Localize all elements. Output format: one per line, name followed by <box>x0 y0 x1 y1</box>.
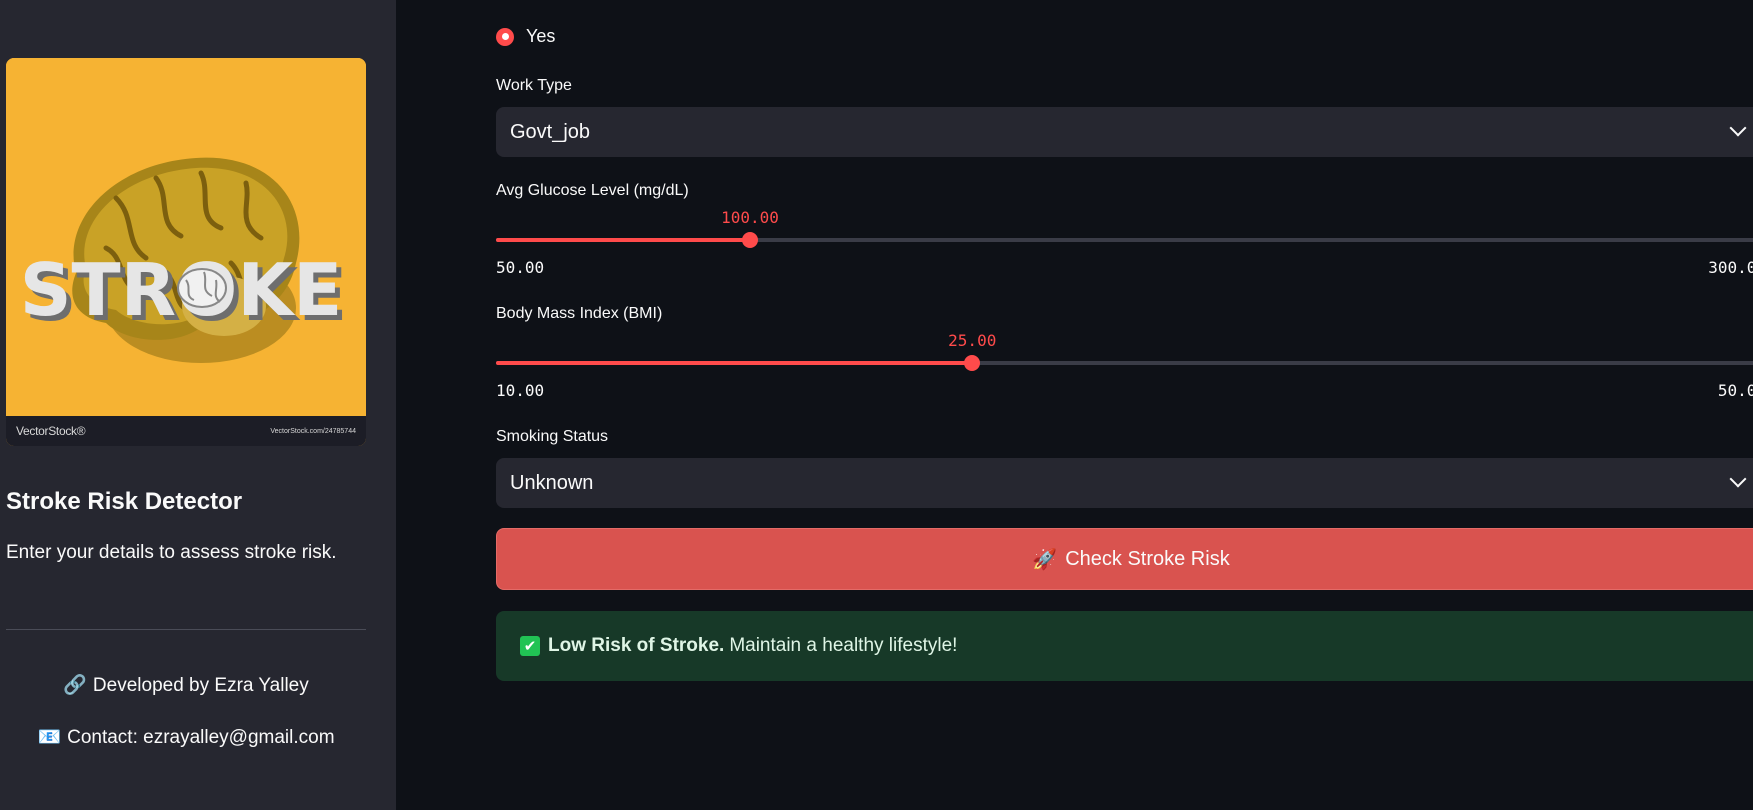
logo-watermark: VectorStock® VectorStock.com/24785744 <box>6 416 366 446</box>
slider-min: 50.00 <box>496 258 545 277</box>
bmi-slider[interactable]: 25.00 10.00 50.00 <box>496 323 1753 403</box>
work-type-label: Work Type <box>496 77 572 94</box>
main-content: Yes Work Type Govt_job Avg Glucose Level… <box>396 0 1753 810</box>
stroke-logo-image: STROKE STROKE VectorStock® VectorStock.c… <box>6 58 366 446</box>
result-alert: ✔ Low Risk of Stroke. Maintain a healthy… <box>496 611 1753 681</box>
app-title: Stroke Risk Detector <box>6 488 243 515</box>
radio-option-label: Yes <box>526 26 556 46</box>
contact-info: 📧 Contact: ezrayalley@gmail.com <box>6 725 366 749</box>
slider-max: 300.00 <box>1708 258 1753 277</box>
app-description: Enter your details to assess stroke risk… <box>6 542 337 563</box>
glucose-label: Avg Glucose Level (mg/dL) <box>496 182 689 199</box>
watermark-brand: VectorStock® <box>16 424 86 438</box>
smoking-status-select[interactable]: Unknown <box>496 458 1753 508</box>
sidebar-divider <box>6 629 366 630</box>
slider-thumb[interactable] <box>964 355 981 371</box>
slider-min: 10.00 <box>496 381 545 400</box>
check-stroke-risk-label: Check Stroke Risk <box>1065 547 1230 570</box>
chevron-down-icon[interactable] <box>1729 119 1747 137</box>
smoking-status-label: Smoking Status <box>496 428 609 445</box>
checkmark-icon: ✔ <box>520 636 540 656</box>
bmi-label: Body Mass Index (BMI) <box>496 305 663 322</box>
watermark-url: VectorStock.com/24785744 <box>270 427 356 435</box>
work-type-value: Govt_job <box>510 120 591 143</box>
glucose-slider[interactable]: 100.00 50.00 300.00 <box>496 200 1753 280</box>
sidebar: STROKE STROKE VectorStock® VectorStock.c… <box>0 0 396 810</box>
work-type-select[interactable]: Govt_job <box>496 107 1753 157</box>
smoking-status-value: Unknown <box>510 471 594 494</box>
result-headline: Low Risk of Stroke. <box>548 635 725 656</box>
envelope-icon: 📧 <box>37 727 62 748</box>
radio-selected-icon[interactable] <box>496 27 514 46</box>
rocket-icon: 🚀 <box>1032 548 1058 571</box>
result-message: Maintain a healthy lifestyle! <box>729 635 958 656</box>
slider-value: 25.00 <box>948 331 997 350</box>
developer-text: Developed by Ezra Yalley <box>92 675 309 696</box>
slider-fill <box>496 238 750 242</box>
developer-credit: 🔗 Developed by Ezra Yalley <box>6 673 366 697</box>
slider-fill <box>496 361 973 365</box>
slider-value: 100.00 <box>721 208 779 227</box>
radio-option-yes[interactable]: Yes <box>496 26 555 47</box>
brain-icon: STROKE STROKE <box>6 58 366 416</box>
link-icon: 🔗 <box>63 675 87 696</box>
slider-max: 50.00 <box>1717 381 1753 400</box>
contact-text: Contact: ezrayalley@gmail.com <box>67 727 335 748</box>
chevron-down-icon[interactable] <box>1729 470 1747 488</box>
small-brain-icon <box>177 268 227 308</box>
slider-thumb[interactable] <box>742 232 758 248</box>
check-stroke-risk-button[interactable]: 🚀 Check Stroke Risk <box>496 528 1753 590</box>
